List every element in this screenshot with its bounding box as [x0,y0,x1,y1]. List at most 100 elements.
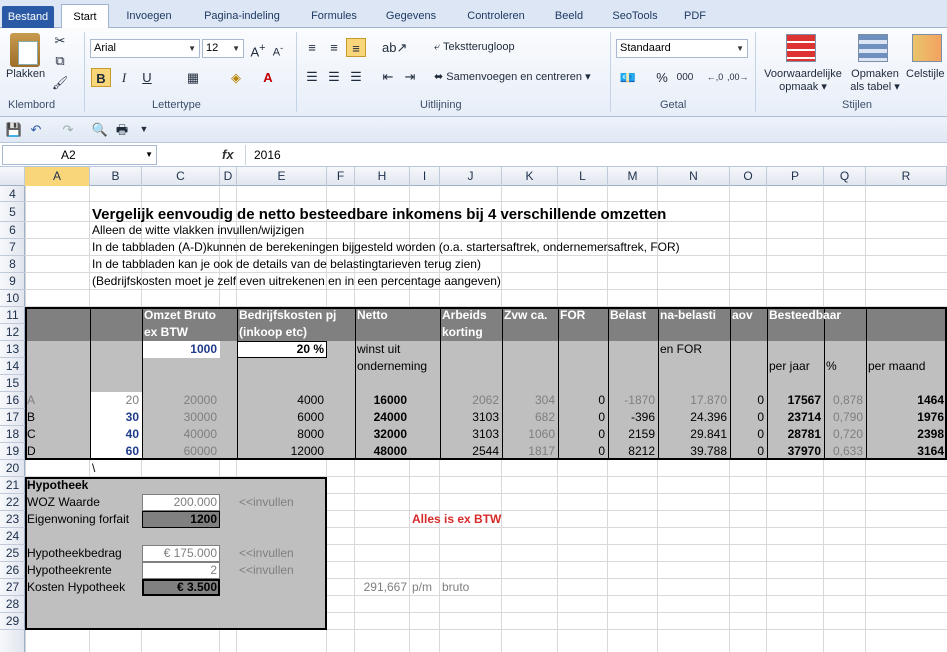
column-header-R[interactable]: R [866,167,947,186]
column-header-E[interactable]: E [237,167,327,186]
row-header-10[interactable]: 10 [0,290,25,307]
fill-color-icon[interactable]: ◈ [226,68,246,87]
underline-button[interactable]: U [137,68,157,87]
insert-function-icon[interactable]: fx [222,145,234,165]
column-header-D[interactable]: D [220,167,237,186]
increase-decimal-icon[interactable]: ←,0 [705,68,725,87]
column-header-H[interactable]: H [355,167,410,186]
save-icon[interactable]: 💾 [4,120,24,139]
font-size-select[interactable]: 12 ▼ [202,39,244,58]
decrease-indent-icon[interactable]: ⇤ [378,67,398,86]
tab-bestand[interactable]: Bestand [2,6,54,28]
tab-seotools[interactable]: SeoTools [603,4,667,28]
row-header-4[interactable]: 4 [0,186,25,202]
row-header-19[interactable]: 19 [0,443,25,460]
italic-button[interactable]: I [114,68,134,87]
column-header-F[interactable]: F [327,167,355,186]
column-header-C[interactable]: C [142,167,220,186]
row-header-25[interactable]: 25 [0,545,25,562]
column-header-P[interactable]: P [767,167,824,186]
copy-icon[interactable]: ⧉ [50,51,70,70]
conditional-format-icon[interactable] [786,34,816,62]
align-center-icon[interactable]: ☰ [324,67,344,86]
row-header-16[interactable]: 16 [0,392,25,409]
row-header-12[interactable]: 12 [0,324,25,341]
row-header-9[interactable]: 9 [0,273,25,290]
row-header-24[interactable]: 24 [0,528,25,545]
row-header-26[interactable]: 26 [0,562,25,579]
cell-styles-button[interactable]: Celstijle [906,68,945,80]
row-header-13[interactable]: 13 [0,341,25,358]
currency-icon[interactable]: 💶 [618,68,638,87]
row-header-21[interactable]: 21 [0,477,25,494]
font-color-icon[interactable]: A [258,68,278,87]
paste-button[interactable]: Plakken [6,68,45,80]
tab-pagina-indeling[interactable]: Pagina-indeling [193,4,291,28]
row-header-20[interactable]: 20 [0,460,25,477]
tab-gegevens[interactable]: Gegevens [378,4,444,28]
cell-grid[interactable]: Vergelijk eenvoudig de netto besteedbare… [25,186,947,652]
row-header-23[interactable]: 23 [0,511,25,528]
select-all-corner[interactable] [0,167,25,186]
align-left-icon[interactable]: ☰ [302,67,322,86]
row-header-14[interactable]: 14 [0,358,25,375]
format-table-button[interactable]: Opmaken als tabel ▾ [848,68,902,94]
tab-beeld[interactable]: Beeld [548,4,590,28]
grow-font-icon[interactable]: A+ [248,39,268,59]
decrease-decimal-icon[interactable]: ,00→ [727,68,749,87]
column-header-B[interactable]: B [90,167,142,186]
row-header-15[interactable]: 15 [0,375,25,392]
align-middle-icon[interactable]: ≡ [324,38,344,57]
format-painter-icon[interactable]: 🖌 [50,73,70,92]
column-header-K[interactable]: K [502,167,558,186]
row-header-17[interactable]: 17 [0,409,25,426]
row-header-11[interactable]: 11 [0,307,25,324]
borders-icon[interactable]: ▦ [183,68,203,87]
column-header-Q[interactable]: Q [824,167,866,186]
row-header-22[interactable]: 22 [0,494,25,511]
cut-icon[interactable]: ✂ [50,31,70,50]
undo-icon[interactable]: ↶ [26,120,46,139]
align-top-icon[interactable]: ≡ [302,38,322,57]
column-header-L[interactable]: L [558,167,608,186]
shrink-font-icon[interactable]: A- [268,39,288,59]
paste-icon[interactable] [10,33,40,67]
redo-icon[interactable]: ↷ [58,120,78,139]
print-preview-icon[interactable]: 🔍 [90,120,110,139]
percent-button[interactable]: % [652,68,672,87]
merge-center-button[interactable]: ⬌ Samenvoegen en centreren ▾ [434,70,591,83]
row-header-18[interactable]: 18 [0,426,25,443]
row-header-8[interactable]: 8 [0,256,25,273]
font-name-select[interactable]: Arial ▼ [90,39,200,58]
tab-pdf[interactable]: PDF [678,4,712,28]
row-header-5[interactable]: 5 [0,202,25,222]
column-header-I[interactable]: I [410,167,440,186]
row-header-27[interactable]: 27 [0,579,25,596]
row-header-28[interactable]: 28 [0,596,25,613]
increase-indent-icon[interactable]: ⇥ [400,67,420,86]
name-box[interactable]: A2 ▼ [2,145,157,165]
print-icon[interactable]: 🖶 [112,120,132,139]
wrap-text-button[interactable]: ⤶ Tekstterugloop [434,41,515,54]
column-header-O[interactable]: O [730,167,767,186]
tab-formules[interactable]: Formules [302,4,366,28]
column-header-N[interactable]: N [658,167,730,186]
tab-controleren[interactable]: Controleren [458,4,534,28]
tab-start[interactable]: Start [61,4,109,29]
align-bottom-icon[interactable]: ≡ [346,38,366,57]
cell-styles-icon[interactable] [912,34,942,62]
column-header-J[interactable]: J [440,167,502,186]
column-header-A[interactable]: A [25,167,90,186]
customize-toolbar-icon[interactable]: ▼ [134,120,154,139]
worksheet[interactable]: ABCDEFHIJKLMNOPQR 4 5 6 7 8 9 10 11 12 13 14 15 16 17… [0,167,947,652]
row-header-29[interactable]: 29 [0,613,25,630]
thousands-button[interactable]: 000 [675,68,695,87]
format-table-icon[interactable] [858,34,888,62]
bold-button[interactable]: B [91,68,111,87]
column-header-M[interactable]: M [608,167,658,186]
orientation-icon[interactable]: ab↗ [382,38,407,57]
align-right-icon[interactable]: ☰ [346,67,366,86]
row-header-6[interactable]: 6 [0,222,25,239]
number-format-select[interactable]: Standaard ▼ [616,39,748,58]
tab-invoegen[interactable]: Invoegen [118,4,180,28]
